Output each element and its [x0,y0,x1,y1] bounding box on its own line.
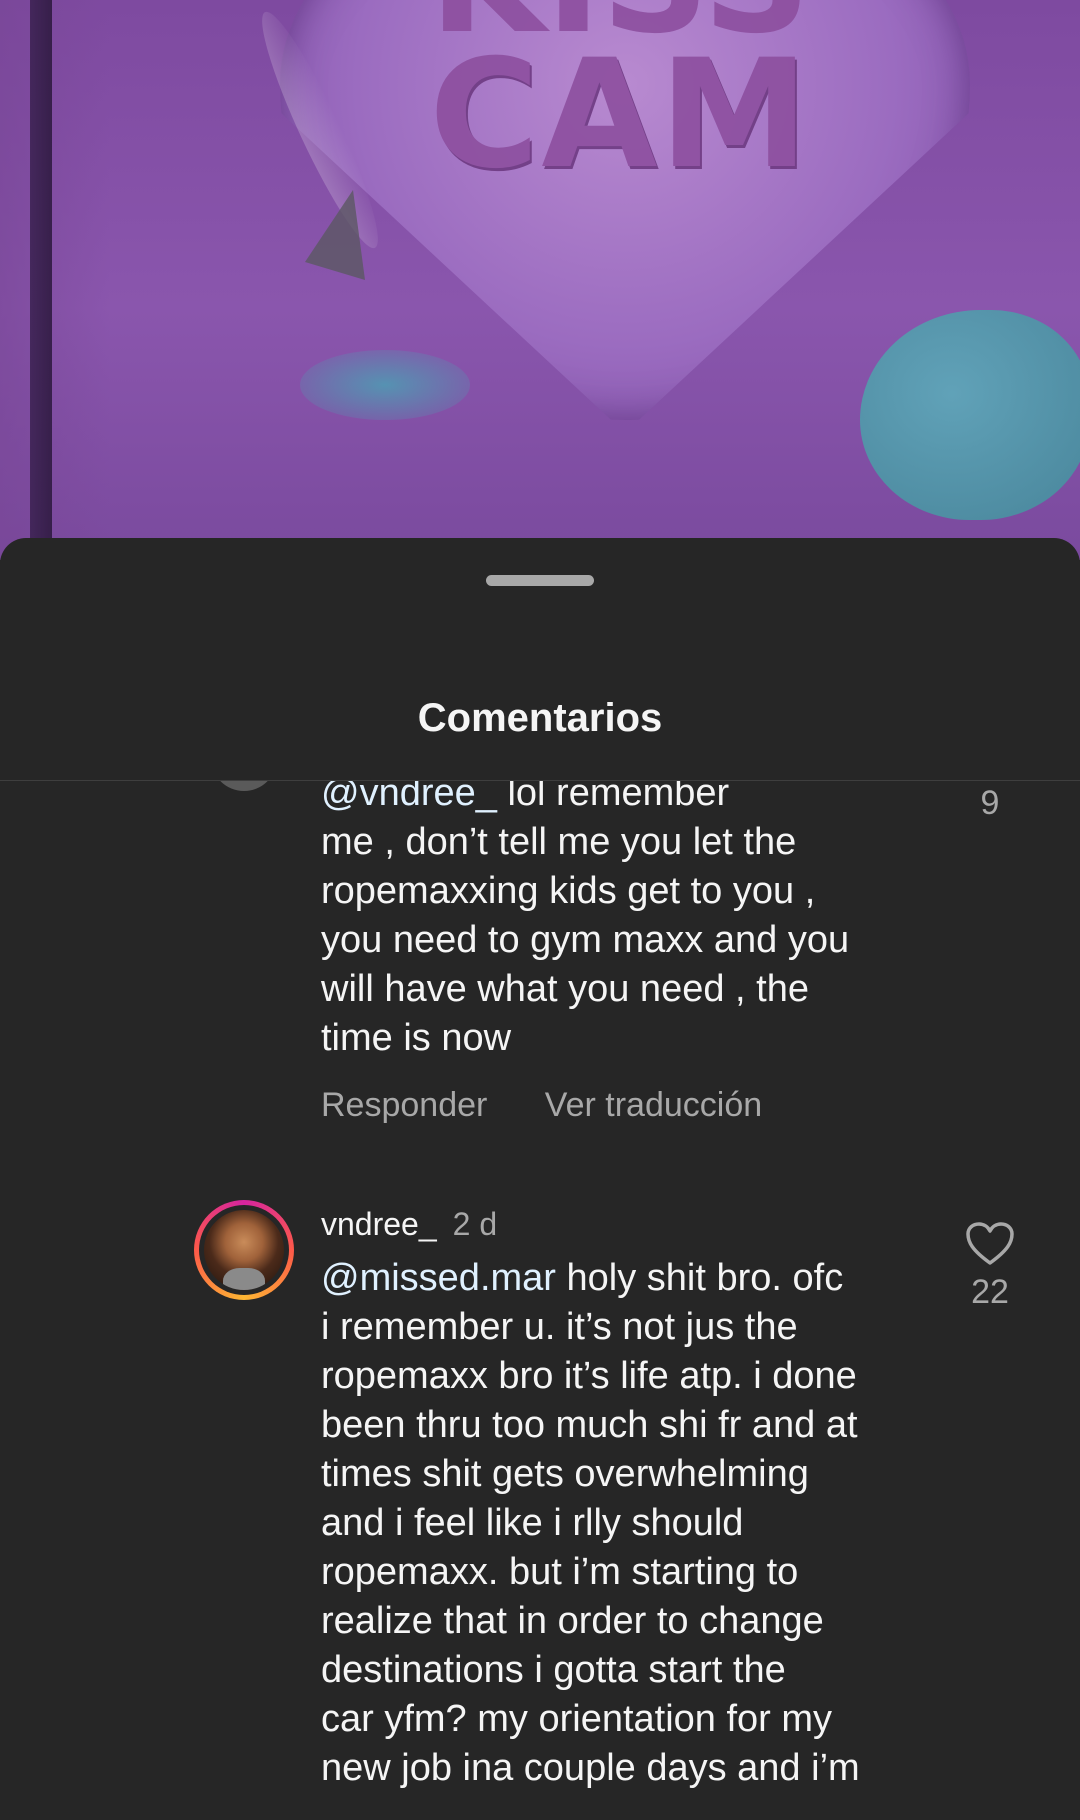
mention-link[interactable]: @missed.mar [321,1257,556,1299]
sign-text: CAM [429,28,811,202]
comment-header: vndree_ 2 d [321,1204,941,1244]
comment-content: holy shit bro. ofc i remember u. it’s no… [321,1257,860,1789]
comment-text: @vndree_ lol remember me , don’t tell me… [321,781,941,1063]
like-count: 9 [980,784,1000,822]
like-count: 22 [971,1273,1009,1311]
comments-sheet: Comentarios @vndree_ lol remember me , d… [0,538,1080,1820]
username[interactable]: vndree_ [321,1206,437,1242]
comment-text: @missed.mar holy shit bro. ofc i remembe… [321,1254,941,1793]
reply-button[interactable]: Responder [321,1086,487,1124]
sheet-title: Comentarios [417,696,663,740]
like-column: 22 [950,1222,1030,1314]
avatar-ring [199,1205,289,1295]
like-column: 9 [950,781,1030,825]
avatar-photo [204,1210,284,1290]
comment-content: lol remember me , don’t tell me you let … [321,781,850,1059]
avatar[interactable] [211,781,277,791]
video-background[interactable]: KISS CAM [0,0,1080,560]
comment-body: @vndree_ lol remember me , don’t tell me… [321,781,941,1125]
background-blur [0,0,110,560]
timestamp: 2 d [452,1206,498,1242]
comment-body: vndree_ 2 d @missed.mar holy shit bro. of… [321,1204,941,1793]
heart-outline-icon[interactable] [966,1222,1014,1266]
teal-heart-small [300,350,470,420]
background-pole [30,0,52,560]
drag-handle[interactable] [486,575,594,586]
comment-actions: Responder Ver traducción [321,1085,941,1125]
comments-list[interactable]: @vndree_ lol remember me , don’t tell me… [0,781,1080,1820]
translate-button[interactable]: Ver traducción [545,1086,762,1124]
avatar[interactable] [194,1200,294,1300]
teal-heart [860,310,1080,520]
mention-link[interactable]: @vndree_ [321,781,497,814]
